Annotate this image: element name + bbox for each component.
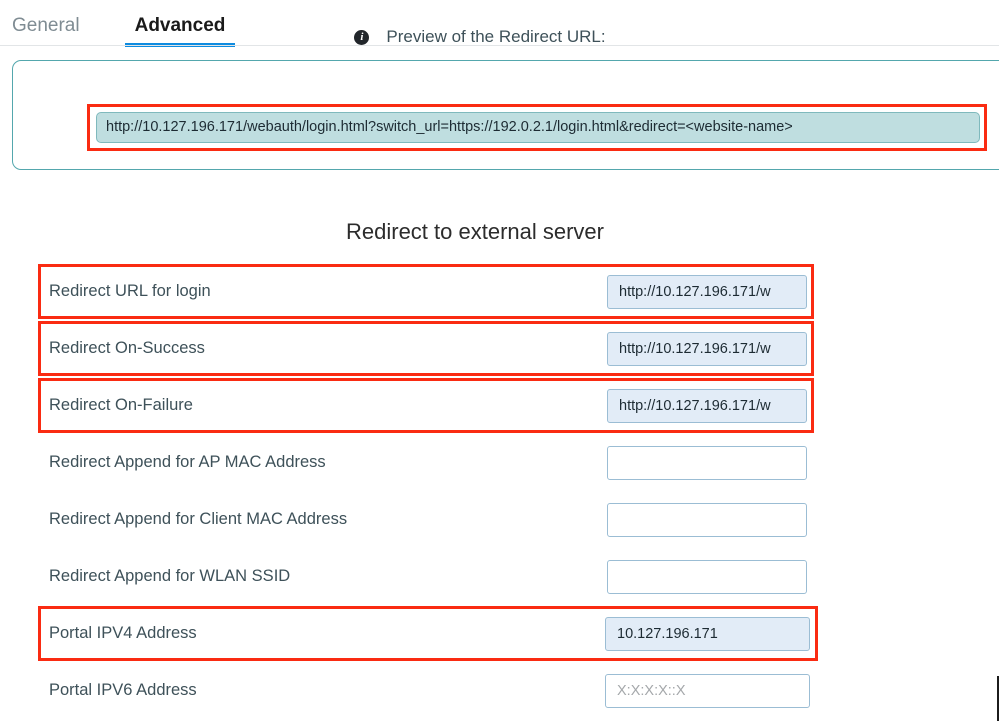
field-label: Portal IPV6 Address (49, 681, 197, 699)
field-label: Redirect On-Success (49, 339, 205, 357)
form-row-redirect-append-client-mac: Redirect Append for Client MAC Address (0, 492, 999, 549)
form-row-redirect-on-failure: Redirect On-Failure http://10.127.196.17… (0, 378, 999, 435)
field-label: Redirect Append for AP MAC Address (49, 453, 326, 471)
redirect-form: Redirect URL for login http://10.127.196… (0, 264, 999, 720)
form-row-portal-ipv4-address: Portal IPV4 Address 10.127.196.171 (0, 606, 999, 663)
portal-ipv4-address-input[interactable]: 10.127.196.171 (605, 617, 810, 651)
form-row-redirect-url-for-login: Redirect URL for login http://10.127.196… (0, 264, 999, 321)
section-title: Redirect to external server (346, 219, 604, 244)
redirect-append-wlan-ssid-input[interactable] (607, 560, 807, 594)
preview-label-row: i Preview of the Redirect URL: (0, 27, 960, 47)
portal-ipv6-address-input[interactable]: X:X:X:X::X (605, 674, 810, 708)
redirect-url-for-login-input[interactable]: http://10.127.196.171/w (607, 275, 807, 309)
preview-url-input[interactable]: http://10.127.196.171/webauth/login.html… (96, 112, 980, 143)
field-label: Portal IPV4 Address (49, 624, 197, 642)
info-icon[interactable]: i (354, 29, 370, 45)
redirect-append-client-mac-input[interactable] (607, 503, 807, 537)
form-row-redirect-append-wlan-ssid: Redirect Append for WLAN SSID (0, 549, 999, 606)
field-label: Redirect Append for WLAN SSID (49, 567, 291, 585)
field-label: Redirect URL for login (49, 282, 211, 300)
preview-label: Preview of the Redirect URL: (386, 27, 606, 46)
redirect-on-failure-input[interactable]: http://10.127.196.171/w (607, 389, 807, 423)
field-label: Redirect Append for Client MAC Address (49, 510, 348, 528)
redirect-append-ap-mac-input[interactable] (607, 446, 807, 480)
form-row-portal-ipv6-address: Portal IPV6 Address X:X:X:X::X (0, 663, 999, 720)
field-label: Redirect On-Failure (49, 396, 193, 414)
form-row-redirect-on-success: Redirect On-Success http://10.127.196.17… (0, 321, 999, 378)
redirect-on-success-input[interactable]: http://10.127.196.171/w (607, 332, 807, 366)
form-row-redirect-append-ap-mac: Redirect Append for AP MAC Address (0, 435, 999, 492)
